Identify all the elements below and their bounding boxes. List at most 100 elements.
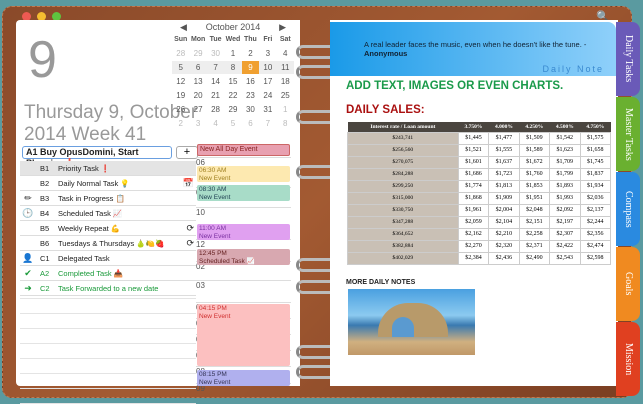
calendar-day[interactable]: 13 <box>189 75 206 88</box>
calendar-day[interactable]: 17 <box>259 75 276 88</box>
task-repeat-icon[interactable]: ⟳ <box>186 223 194 234</box>
day-number: 9 <box>28 31 57 89</box>
calendar-day[interactable]: 1 <box>277 103 294 116</box>
calendar-day[interactable]: 2 <box>172 117 189 130</box>
calendar-event[interactable]: 08:30 AM New Event <box>197 185 290 201</box>
column-header: 4.750% <box>580 122 611 132</box>
all-day-event[interactable]: New All Day Event <box>197 144 290 156</box>
calendar-day[interactable]: 8 <box>277 117 294 130</box>
task-row[interactable]: ✏ B3 Task in Progress 📋 <box>20 191 196 206</box>
next-month-button[interactable]: ▶ <box>279 22 286 33</box>
calendar-event[interactable]: 04:15 PM New Event <box>197 304 290 366</box>
table-cell: $1,555 <box>488 143 520 157</box>
calendar-day[interactable]: 28 <box>207 103 224 116</box>
calendar-day[interactable]: 30 <box>242 103 259 116</box>
calendar-event[interactable]: 11:00 AM New Event <box>197 224 290 240</box>
table-cell: $2,474 <box>579 239 612 253</box>
quote-text: A real leader faces the music, even when… <box>364 40 587 49</box>
hour-label: 03 <box>196 280 291 290</box>
calendar-day[interactable]: 10 <box>259 61 277 74</box>
table-cell: $1,837 <box>579 167 612 181</box>
calendar-day[interactable]: 19 <box>172 89 189 102</box>
calendar-day[interactable]: 5 <box>224 117 241 130</box>
tab-compass[interactable]: Compass <box>616 172 640 246</box>
table-cell: $1,542 <box>549 131 581 145</box>
tab-master-tasks[interactable]: Master Tasks <box>616 97 640 171</box>
calendar-day[interactable]: 8 <box>224 61 242 74</box>
table-cell: $1,623 <box>549 143 581 157</box>
new-task-input[interactable]: A1 Buy OpusDomini, Start Planning❗ <box>22 146 172 168</box>
tab-goals[interactable]: Goals <box>616 247 640 321</box>
calendar-day[interactable]: 30 <box>207 47 224 60</box>
task-row[interactable]: 👤 C1 Delegated Task <box>20 251 196 266</box>
task-row[interactable]: B6 Tuesdays & Thursdays 🍐🍋🍓 ⟳ <box>20 236 196 251</box>
table-cell: $1,951 <box>518 191 551 205</box>
calendar-day[interactable]: 14 <box>207 75 224 88</box>
weekday-label: Sat <box>279 36 291 43</box>
table-cell: $1,813 <box>488 179 520 193</box>
task-row[interactable]: 🕒 B4 Scheduled Task 📈 <box>20 206 196 221</box>
calendar-day[interactable]: 23 <box>242 89 259 102</box>
event-title: New Event <box>199 313 231 320</box>
column-header: 4.000% <box>488 122 520 132</box>
calendar-day[interactable]: 2 <box>242 47 259 60</box>
calendar-day[interactable]: 20 <box>189 89 206 102</box>
calendar-day[interactable]: 6 <box>189 61 207 74</box>
quote: A real leader faces the music, even when… <box>364 40 586 58</box>
calendar-day[interactable]: 26 <box>172 103 189 116</box>
calendar-day[interactable]: 3 <box>259 47 276 60</box>
calendar-day[interactable]: 22 <box>224 89 241 102</box>
table-cell: $1,658 <box>579 143 612 157</box>
more-notes-heading: MORE DAILY NOTES <box>346 279 416 286</box>
calendar-event[interactable]: 08:15 PM New Event <box>197 370 290 386</box>
task-priority: B4 <box>40 208 50 218</box>
task-repeat-icon[interactable]: 📅 <box>183 178 194 189</box>
calendar-day[interactable]: 11 <box>276 61 294 74</box>
column-header: 3.750% <box>458 122 489 132</box>
task-row[interactable]: ✔ A2 Completed Task 📥 <box>20 266 196 281</box>
add-task-button[interactable]: + <box>176 146 198 159</box>
calendar-day[interactable]: 16 <box>242 75 259 88</box>
calendar-day[interactable]: 24 <box>259 89 276 102</box>
calendar-day[interactable]: 9 <box>241 61 260 74</box>
task-row[interactable]: B5 Weekly Repeat 💪 ⟳ <box>20 221 196 236</box>
calendar-day[interactable]: 6 <box>242 117 259 130</box>
calendar-event[interactable]: 06:30 AM New Event <box>197 166 290 182</box>
calendar-day[interactable]: 5 <box>172 61 190 74</box>
task-row[interactable]: B1 Priority Task ❗ <box>20 161 196 176</box>
calendar-day[interactable]: 4 <box>207 117 224 130</box>
calendar-day[interactable]: 7 <box>259 117 276 130</box>
calendar-day[interactable]: 27 <box>189 103 206 116</box>
tab-mission[interactable]: Mission <box>616 322 640 396</box>
calendar-day[interactable]: 7 <box>206 61 225 74</box>
task-label: Weekly Repeat 💪 <box>58 223 121 233</box>
task-status-icon: 🕒 <box>22 207 34 218</box>
calendar-day[interactable]: 15 <box>224 75 241 88</box>
table-cell: $2,598 <box>579 251 612 265</box>
task-label: Task in Progress 📋 <box>58 193 125 203</box>
empty-task-lines <box>20 284 196 404</box>
calendar-day[interactable]: 12 <box>172 75 189 88</box>
calendar-day[interactable]: 28 <box>172 47 189 60</box>
table-cell: $2,151 <box>518 215 551 229</box>
calendar-day[interactable]: 1 <box>224 47 241 60</box>
event-title: New Event <box>199 194 231 201</box>
table-cell: $1,445 <box>457 131 490 145</box>
daily-note-label: Daily Note <box>542 64 604 74</box>
event-time: 08:30 AM <box>199 186 227 193</box>
calendar-day[interactable]: 18 <box>277 75 294 88</box>
tab-daily-tasks[interactable]: Daily Tasks <box>616 22 640 96</box>
calendar-day[interactable]: 31 <box>259 103 276 116</box>
calendar-day[interactable]: 3 <box>189 117 206 130</box>
table-cell: $347,288 <box>347 215 459 229</box>
table-cell: $2,436 <box>488 251 520 265</box>
calendar-day[interactable]: 25 <box>277 89 294 102</box>
calendar-day[interactable]: 29 <box>224 103 241 116</box>
calendar-event[interactable]: 12:45 PM Scheduled Task 📈 <box>197 249 290 265</box>
calendar-day[interactable]: 21 <box>207 89 224 102</box>
task-repeat-icon[interactable]: ⟳ <box>186 238 194 249</box>
calendar-day[interactable]: 4 <box>277 47 294 60</box>
calendar-day[interactable]: 29 <box>189 47 206 60</box>
prev-month-button[interactable]: ◀ <box>180 22 187 33</box>
task-row[interactable]: B2 Daily Normal Task 💡 📅 <box>20 176 196 191</box>
